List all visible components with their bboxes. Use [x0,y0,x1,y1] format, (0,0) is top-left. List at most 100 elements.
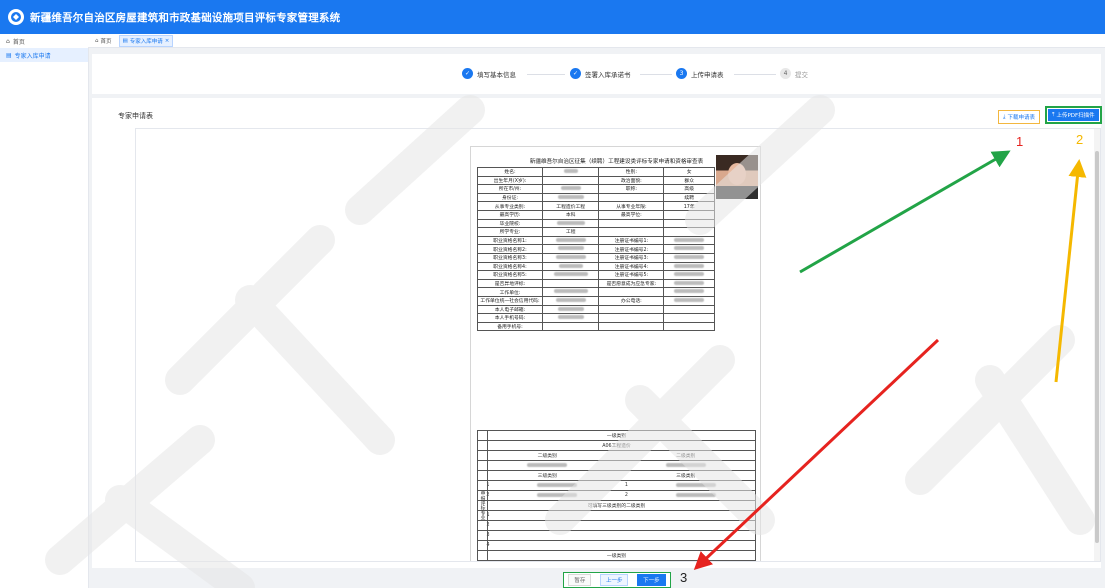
table-label-cell: 备用手机号: [477,321,543,332]
table-row: 二级类别 二级类别 [477,451,756,461]
table-row: 职业资格名称3: 注册证书编号3: [477,252,715,263]
table-row: 22 [477,491,756,501]
table-value-cell [541,313,600,323]
blur-value [498,482,617,489]
specialty-section: 一级类别 A06工程造价 二级类别 二级类别 三级类别 三级类别 11 22 可填写… [477,430,756,561]
doc-icon: ▤ [122,37,128,44]
step-divider [640,74,672,75]
table-label-cell: 职业资格名称2: [477,244,543,254]
redacted-value [674,272,705,277]
blur-value [478,462,617,469]
table-value-cell [541,244,600,254]
table-row: 出生年月(X岁): 政治面貌: 群众 [477,175,715,186]
table-value-cell [541,235,600,246]
table-value-cell: 高级 [663,184,715,194]
sidebar-item-expert-application[interactable]: ▤ 专家入库申请 [0,48,88,62]
redacted-value [674,246,705,251]
next-step-button[interactable]: 下一步 [637,574,666,586]
table-row: 姓名: 性别: 女 [477,167,715,177]
table-row: A06工程造价 [477,441,756,451]
table-value-cell: 17年 [663,201,715,211]
redacted-value [553,272,588,277]
document-page: 新疆维吾尔自治区征集（续聘）工程建设类评标专家申请和资格审查表 姓名: 性别: 女出… [470,146,761,561]
row-number: 2 [624,493,628,498]
table-value-cell [663,313,715,323]
table-row: 3 [477,531,756,541]
scroll-thumb[interactable] [1095,151,1099,543]
step-number: 3 [676,68,687,79]
table-value-cell: 本科 [541,209,600,220]
table-row: 最高学历: 本科 最高学位: [477,209,715,220]
table-label-cell [598,192,665,203]
table-label-cell [598,321,665,332]
step-submit: 4 提交 [780,68,808,79]
upload-pdf-button[interactable]: ⤒ 上传PDF扫描件 [1045,106,1102,124]
table-label-cell: 出生年月(X岁): [477,175,543,186]
step-label: 提交 [795,70,808,79]
logo-icon [8,9,24,25]
table-value-cell [541,287,600,297]
level1-label: 一级类别 [606,434,627,439]
table-label-cell [598,218,665,229]
table-value-cell [663,278,715,289]
tab-home[interactable]: ⌂ 首页 [92,36,115,46]
photo-face [728,163,746,185]
table-value-cell [663,227,715,237]
table-value-cell [541,295,600,306]
close-icon[interactable]: × [165,38,170,44]
table-row: 11 [477,481,756,491]
blur-value [498,492,617,499]
save-draft-button[interactable]: 暂存 [568,574,592,586]
step-basic-info: ✓ 填写基本信息 [462,68,516,79]
table-row: 一级类别 [477,551,756,561]
table-value-cell [663,261,715,272]
table-value-cell [663,209,715,220]
table-row: 所学专业: 工程 [477,227,715,237]
pdf-viewer[interactable]: 新疆维吾尔自治区征集（续聘）工程建设类评标专家申请和资格审查表 姓名: 性别: 女出… [135,128,1101,562]
level1-value: A06工程造价 [602,444,631,449]
table-value-cell [663,235,715,246]
table-label-cell: 所学专业: [477,227,543,237]
extra-label: 可填写三级类别的二级类别 [587,504,646,509]
tab-label: 首页 [100,38,112,45]
download-label: 下载申请表 [1007,115,1035,121]
table-label-cell: 工作单位: [477,287,543,297]
table-row: 职业资格名称4: 注册证书编号4: [477,261,715,272]
download-button[interactable]: ⤓ 下载申请表 [998,110,1040,124]
table-value-cell [541,175,600,186]
table-value-cell [541,270,600,280]
table-value-cell [541,278,600,289]
table-value-cell [541,321,600,332]
tab-expert-application[interactable]: ▤ 专家入库申请 × [118,34,174,47]
table-value-cell [663,287,715,297]
table-row: 身份证: 续聘 [477,192,715,203]
table-row: 职业资格名称5: 注册证书编号5: [477,270,715,280]
table-label-cell: 职业资格名称1: [477,235,543,246]
footer-actions: 暂存 上一步 下一步 [563,572,671,588]
redacted-value [560,186,581,191]
sidebar-item-home[interactable]: ⌂ 首页 [0,34,88,48]
specialty-side-label: 申报评标专业 [477,430,488,561]
table-label-cell: 注册证书编号4: [598,261,665,272]
step-label: 签署入库承诺书 [585,70,631,79]
blur-value [636,492,755,499]
redacted-value [558,263,583,268]
step-label: 上传申请表 [691,70,724,79]
vertical-scrollbar[interactable] [1094,129,1100,561]
table-value-cell: 女 [663,167,715,177]
level1-label: 一级类别 [606,554,627,559]
table-value-cell [541,252,600,263]
table-label-cell: 是否异地评标: [477,278,543,289]
upload-label: 上传PDF扫描件 [1056,113,1095,119]
sidebar: ⌂ 首页 ▤ 专家入库申请 [0,34,89,588]
system-title: 新疆维吾尔自治区房屋建筑和市政基础设施项目评标专家管理系统 [30,11,341,24]
step-commitment: ✓ 签署入库承诺书 [570,68,631,79]
table-value-cell: 工程 [541,227,600,237]
table-row: 4 [477,541,756,551]
table-value-cell [663,244,715,254]
table-label-cell: 政治面貌: [598,175,665,186]
previous-step-button[interactable]: 上一步 [599,574,629,586]
table-row: 所在市/州: 职称: 高级 [477,184,715,194]
table-row: 本人电子邮箱: [477,304,715,315]
table-value-cell [541,184,600,194]
